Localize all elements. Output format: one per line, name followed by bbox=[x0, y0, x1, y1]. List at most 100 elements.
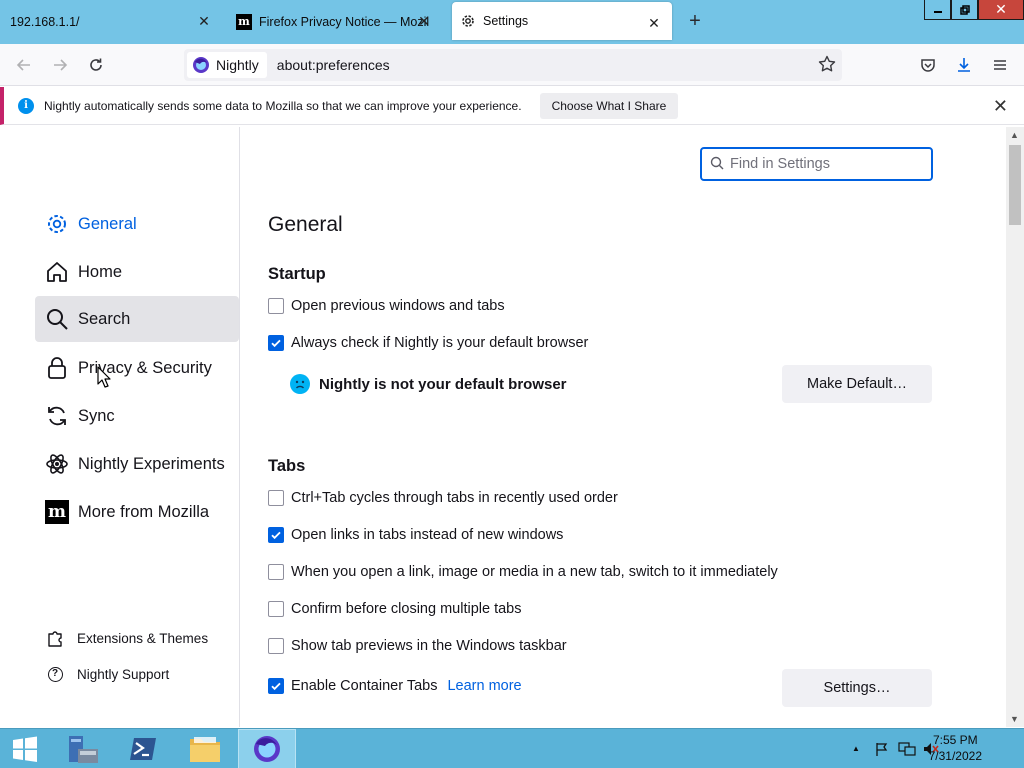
tabs-heading: Tabs bbox=[268, 457, 306, 475]
category-label: Nightly Experiments bbox=[78, 454, 225, 473]
forward-arrow-icon[interactable] bbox=[48, 53, 72, 77]
firefox-nightly-taskbar-icon[interactable] bbox=[238, 729, 296, 768]
category-label: More from Mozilla bbox=[78, 502, 210, 521]
close-window-button[interactable]: ✕ bbox=[978, 0, 1024, 20]
category-more-from-mozilla[interactable]: m More from Mozilla bbox=[35, 489, 239, 535]
data-reporting-notification: i Nightly automatically sends some data … bbox=[0, 87, 1024, 125]
extensions-themes-link[interactable]: Extensions & Themes bbox=[46, 629, 208, 647]
close-tab-icon[interactable]: ✕ bbox=[416, 13, 432, 29]
checkbox[interactable] bbox=[268, 601, 284, 617]
container-settings-button[interactable]: Settings… bbox=[782, 669, 932, 707]
not-default-status: Nightly is not your default browser bbox=[290, 374, 567, 394]
network-icon[interactable] bbox=[898, 741, 916, 760]
taskbar-previews-checkbox-row[interactable]: Show tab previews in the Windows taskbar bbox=[268, 638, 567, 654]
bookmark-star-icon[interactable] bbox=[818, 55, 836, 76]
windows-start-icon[interactable] bbox=[0, 729, 50, 768]
server-manager-icon[interactable] bbox=[54, 729, 112, 768]
checkbox-label: Show tab previews in the Windows taskbar bbox=[291, 638, 567, 654]
tab-privacy-notice[interactable]: m Firefox Privacy Notice — Mozilla ✕ bbox=[228, 0, 442, 44]
home-icon bbox=[45, 260, 69, 284]
system-clock[interactable]: 7:55 PM 7/31/2022 bbox=[929, 732, 982, 764]
mozilla-m-icon: m bbox=[45, 500, 69, 524]
pocket-icon[interactable] bbox=[916, 53, 940, 77]
checkbox[interactable] bbox=[268, 335, 284, 351]
reload-icon[interactable] bbox=[84, 53, 108, 77]
sad-face-icon bbox=[290, 374, 310, 394]
checkbox[interactable] bbox=[268, 564, 284, 580]
category-label: Search bbox=[78, 309, 131, 328]
checkbox-label: Ctrl+Tab cycles through tabs in recently… bbox=[291, 490, 618, 506]
footer-label: Extensions & Themes bbox=[77, 630, 209, 646]
checkbox[interactable] bbox=[268, 490, 284, 506]
ctrl-tab-checkbox-row[interactable]: Ctrl+Tab cycles through tabs in recently… bbox=[268, 490, 618, 506]
mouse-cursor-icon bbox=[97, 366, 111, 391]
switch-to-new-tab-checkbox-row[interactable]: When you open a link, image or media in … bbox=[268, 564, 778, 580]
url-text[interactable]: about:preferences bbox=[277, 57, 390, 73]
category-general[interactable]: General bbox=[35, 201, 239, 247]
experiments-icon bbox=[45, 452, 69, 476]
file-explorer-icon[interactable] bbox=[176, 729, 234, 768]
navigation-toolbar: Nightly about:preferences bbox=[0, 44, 1024, 86]
category-sync[interactable]: Sync bbox=[35, 393, 239, 439]
tab-title: Settings bbox=[483, 14, 529, 28]
close-tab-icon[interactable]: ✕ bbox=[196, 13, 212, 29]
scroll-down-arrow-icon[interactable]: ▼ bbox=[1010, 714, 1019, 724]
mozilla-m-icon: m bbox=[236, 14, 252, 30]
help-icon: ? bbox=[46, 665, 64, 683]
open-previous-checkbox-row[interactable]: Open previous windows and tabs bbox=[268, 298, 505, 314]
search-placeholder: Find in Settings bbox=[730, 156, 830, 172]
checkbox[interactable] bbox=[268, 638, 284, 654]
new-tab-button[interactable]: + bbox=[684, 10, 706, 32]
back-arrow-icon[interactable] bbox=[12, 53, 36, 77]
page-title: General bbox=[268, 213, 343, 236]
page-scrollbar[interactable]: ▲ ▼ bbox=[1006, 127, 1024, 727]
checkbox[interactable] bbox=[268, 298, 284, 314]
learn-more-link[interactable]: Learn more bbox=[447, 678, 521, 694]
choose-what-i-share-button[interactable]: Choose What I Share bbox=[539, 92, 679, 119]
nightly-support-link[interactable]: ? Nightly Support bbox=[46, 665, 169, 683]
lock-icon bbox=[45, 356, 69, 380]
confirm-close-tabs-checkbox-row[interactable]: Confirm before closing multiple tabs bbox=[268, 601, 522, 617]
tab-router[interactable]: 192.168.1.1/ ✕ bbox=[0, 0, 222, 44]
always-check-default-checkbox-row[interactable]: Always check if Nightly is your default … bbox=[268, 335, 588, 351]
scroll-up-arrow-icon[interactable]: ▲ bbox=[1010, 130, 1019, 140]
info-icon: i bbox=[18, 97, 34, 114]
find-in-settings-input[interactable]: Find in Settings bbox=[700, 147, 933, 181]
scrollbar-thumb[interactable] bbox=[1009, 145, 1021, 225]
show-hidden-icons-icon[interactable]: ▲ bbox=[852, 744, 860, 753]
checkbox-label: Confirm before closing multiple tabs bbox=[291, 601, 522, 617]
powershell-icon[interactable] bbox=[114, 729, 172, 768]
tab-settings[interactable]: Settings ✕ bbox=[452, 2, 672, 40]
container-tabs-checkbox-row[interactable]: Enable Container Tabs Learn more bbox=[268, 678, 522, 694]
window-controls: ✕ bbox=[924, 0, 1024, 20]
clock-date: 7/31/2022 bbox=[928, 749, 982, 763]
close-notification-icon[interactable]: ✕ bbox=[993, 97, 1008, 115]
restore-button[interactable] bbox=[951, 0, 978, 20]
checkbox-label: Enable Container Tabs bbox=[291, 678, 438, 694]
category-home[interactable]: Home bbox=[35, 249, 239, 295]
hamburger-menu-icon[interactable] bbox=[988, 53, 1012, 77]
notification-message: Nightly automatically sends some data to… bbox=[44, 98, 522, 113]
settings-main-pane: Find in Settings General Startup Open pr… bbox=[241, 127, 1006, 727]
category-search[interactable]: Search bbox=[35, 296, 239, 342]
footer-label: Nightly Support bbox=[77, 666, 170, 682]
checkbox[interactable] bbox=[268, 678, 284, 694]
category-label: Home bbox=[78, 262, 123, 281]
make-default-button[interactable]: Make Default… bbox=[782, 365, 932, 403]
close-tab-icon[interactable]: ✕ bbox=[646, 15, 662, 31]
address-bar[interactable]: Nightly about:preferences bbox=[184, 49, 842, 81]
sync-icon bbox=[45, 404, 69, 428]
category-privacy[interactable]: Privacy & Security bbox=[35, 345, 239, 391]
identity-label: Nightly bbox=[216, 57, 259, 73]
settings-sidebar: General Home Search Privacy & Security S… bbox=[0, 127, 240, 727]
downloads-icon[interactable] bbox=[952, 53, 976, 77]
category-label: Sync bbox=[78, 406, 115, 425]
identity-box[interactable]: Nightly bbox=[187, 52, 267, 78]
gear-icon bbox=[45, 212, 69, 236]
search-icon bbox=[45, 307, 69, 331]
category-experiments[interactable]: Nightly Experiments bbox=[35, 441, 239, 487]
minimize-button[interactable] bbox=[924, 0, 951, 20]
action-center-flag-icon[interactable] bbox=[874, 741, 890, 760]
open-links-in-tabs-checkbox-row[interactable]: Open links in tabs instead of new window… bbox=[268, 527, 563, 543]
checkbox[interactable] bbox=[268, 527, 284, 543]
